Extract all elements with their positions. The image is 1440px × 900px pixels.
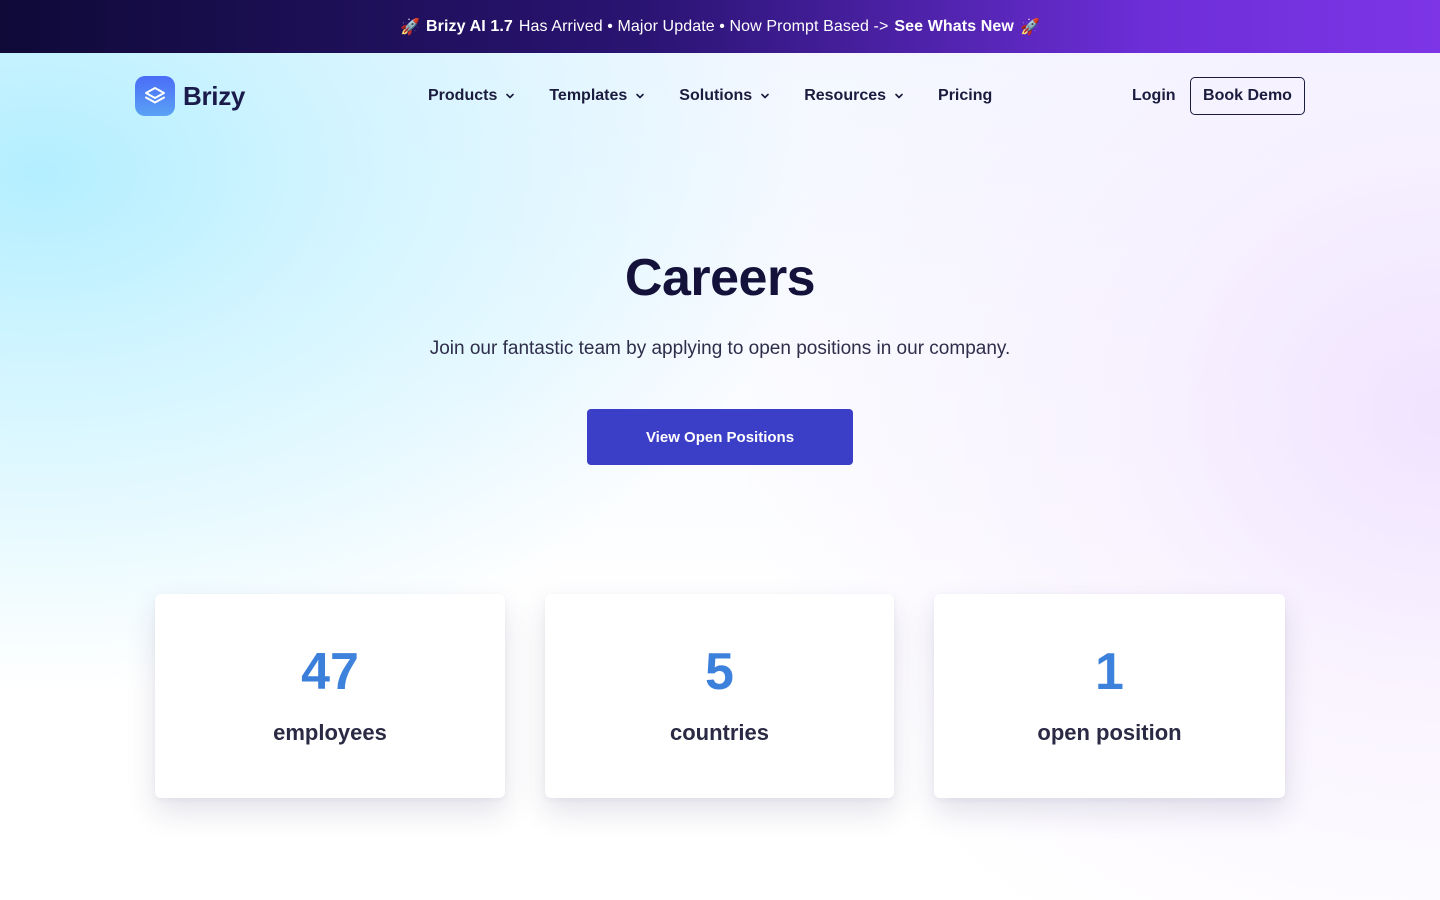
stat-label: countries	[669, 720, 770, 745]
announcement-link[interactable]: See Whats New	[894, 18, 1014, 36]
nav-item-resources[interactable]: Resources	[804, 87, 904, 105]
stat-value: 1	[934, 642, 1285, 702]
nav-item-label: Resources	[804, 87, 887, 104]
nav-item-products[interactable]: Products	[428, 87, 515, 105]
chevron-down-icon	[895, 93, 903, 99]
nav-item-label: Solutions	[679, 87, 753, 104]
rocket-icon: 🚀	[400, 18, 421, 36]
main-navigation: Brizy Products Templates Solutions Resou…	[0, 53, 1440, 139]
page-subtitle: Join our fantastic team by applying to o…	[429, 338, 1011, 359]
announcement-bar[interactable]: 🚀 Brizy AI 1.7 Has Arrived • Major Updat…	[0, 0, 1440, 53]
chevron-down-icon	[636, 93, 645, 99]
rocket-icon: 🚀	[1019, 18, 1040, 36]
stat-value: 47	[155, 642, 505, 702]
nav-menu: Products Templates Solutions Resources P…	[428, 87, 992, 105]
nav-item-templates[interactable]: Templates	[549, 87, 645, 105]
layers-icon	[135, 76, 175, 116]
nav-item-label: Pricing	[938, 87, 993, 104]
stat-card-countries: 5 countries	[545, 594, 894, 798]
book-demo-button[interactable]: Book Demo	[1190, 77, 1305, 115]
stat-card-open-positions: 1 open position	[934, 594, 1285, 798]
announcement-text: Has Arrived • Major Update • Now Prompt …	[518, 17, 889, 35]
stat-value: 5	[545, 642, 894, 702]
brand-logo[interactable]: Brizy	[135, 76, 245, 116]
brand-name: Brizy	[183, 80, 246, 111]
view-open-positions-button[interactable]: View Open Positions	[587, 409, 853, 465]
chevron-down-icon	[761, 93, 769, 99]
page-title: Careers	[624, 249, 816, 307]
nav-item-label: Products	[428, 87, 498, 104]
stat-card-employees: 47 employees	[155, 594, 505, 798]
stat-label: open position	[1037, 720, 1182, 745]
announcement-highlight: Brizy AI 1.7	[426, 17, 513, 35]
chevron-down-icon	[506, 93, 515, 99]
nav-item-solutions[interactable]: Solutions	[679, 87, 770, 105]
stat-label: employees	[273, 720, 387, 745]
nav-item-label: Templates	[549, 87, 628, 104]
login-link[interactable]: Login	[1132, 87, 1176, 105]
nav-item-pricing[interactable]: Pricing	[938, 87, 992, 105]
